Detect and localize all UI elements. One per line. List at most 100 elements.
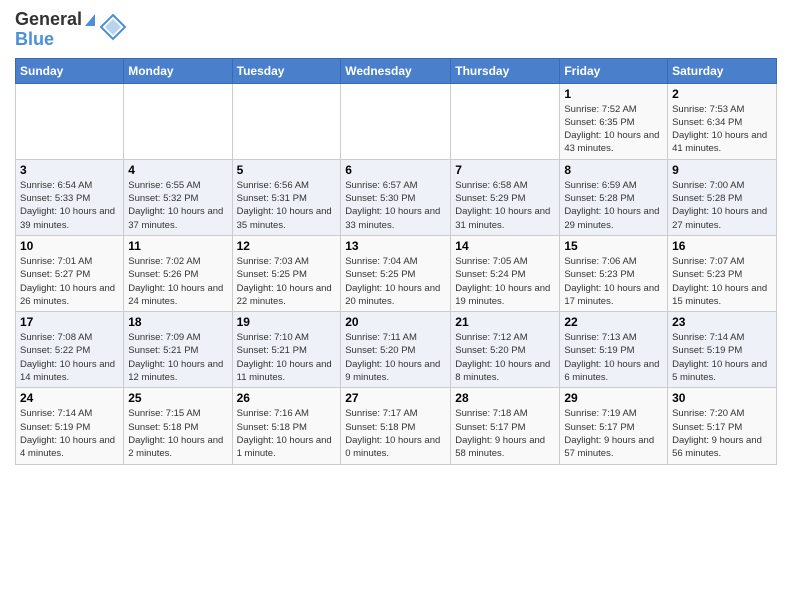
day-number: 11 (128, 239, 227, 253)
day-info: Sunrise: 7:01 AM Sunset: 5:27 PM Dayligh… (20, 255, 119, 308)
calendar-cell: 7Sunrise: 6:58 AM Sunset: 5:29 PM Daylig… (451, 159, 560, 235)
calendar-cell (341, 83, 451, 159)
page-container: General Blue Sunday Monday Tuesday Wedne… (0, 0, 792, 475)
day-number: 19 (237, 315, 337, 329)
day-number: 26 (237, 391, 337, 405)
calendar-week-row: 1 Sunrise: 7:52 AM Sunset: 6:35 PM Daylig… (16, 83, 777, 159)
calendar-cell: 10 Sunrise: 7:01 AM Sunset: 5:27 PM Dayli… (16, 235, 124, 311)
calendar-cell: 25Sunrise: 7:15 AM Sunset: 5:18 PM Dayli… (124, 388, 232, 464)
day-info: Sunrise: 7:52 AM Sunset: 6:35 PM Dayligh… (564, 103, 663, 156)
day-number: 17 (20, 315, 119, 329)
day-info: Sunrise: 7:07 AM Sunset: 5:23 PM Dayligh… (672, 255, 772, 308)
day-number: 25 (128, 391, 227, 405)
day-info: Sunrise: 6:59 AM Sunset: 5:28 PM Dayligh… (564, 179, 663, 232)
calendar-cell: 24Sunrise: 7:14 AM Sunset: 5:19 PM Dayli… (16, 388, 124, 464)
day-info: Sunrise: 7:20 AM Sunset: 5:17 PM Dayligh… (672, 407, 772, 460)
calendar-cell: 9 Sunrise: 7:00 AM Sunset: 5:28 PM Daylig… (668, 159, 777, 235)
day-number: 15 (564, 239, 663, 253)
logo-blue: Blue (15, 30, 95, 50)
day-info: Sunrise: 7:19 AM Sunset: 5:17 PM Dayligh… (564, 407, 663, 460)
day-number: 12 (237, 239, 337, 253)
calendar-cell: 5Sunrise: 6:56 AM Sunset: 5:31 PM Daylig… (232, 159, 341, 235)
calendar-cell: 27 Sunrise: 7:17 AM Sunset: 5:18 PM Dayli… (341, 388, 451, 464)
calendar-cell: 4Sunrise: 6:55 AM Sunset: 5:32 PM Daylig… (124, 159, 232, 235)
calendar-cell: 16 Sunrise: 7:07 AM Sunset: 5:23 PM Dayli… (668, 235, 777, 311)
day-number: 16 (672, 239, 772, 253)
calendar-table: Sunday Monday Tuesday Wednesday Thursday… (15, 58, 777, 465)
day-number: 29 (564, 391, 663, 405)
calendar-week-row: 17 Sunrise: 7:08 AM Sunset: 5:22 PM Dayli… (16, 312, 777, 388)
day-number: 3 (20, 163, 119, 177)
calendar-cell (124, 83, 232, 159)
day-number: 13 (345, 239, 446, 253)
day-info: Sunrise: 7:10 AM Sunset: 5:21 PM Dayligh… (237, 331, 337, 384)
logo-text: General Blue (15, 10, 95, 50)
calendar-cell: 14 Sunrise: 7:05 AM Sunset: 5:24 PM Dayli… (451, 235, 560, 311)
header-wednesday: Wednesday (341, 58, 451, 83)
day-number: 21 (455, 315, 555, 329)
page-header: General Blue (15, 10, 777, 50)
header-friday: Friday (560, 58, 668, 83)
day-info: Sunrise: 6:54 AM Sunset: 5:33 PM Dayligh… (20, 179, 119, 232)
logo-icon (99, 13, 127, 46)
day-number: 28 (455, 391, 555, 405)
day-info: Sunrise: 7:14 AM Sunset: 5:19 PM Dayligh… (20, 407, 119, 460)
calendar-cell: 20Sunrise: 7:11 AM Sunset: 5:20 PM Dayli… (341, 312, 451, 388)
calendar-cell: 30 Sunrise: 7:20 AM Sunset: 5:17 PM Dayli… (668, 388, 777, 464)
day-number: 8 (564, 163, 663, 177)
calendar-cell (451, 83, 560, 159)
day-number: 9 (672, 163, 772, 177)
day-info: Sunrise: 7:17 AM Sunset: 5:18 PM Dayligh… (345, 407, 446, 460)
day-number: 27 (345, 391, 446, 405)
calendar-cell: 3 Sunrise: 6:54 AM Sunset: 5:33 PM Daylig… (16, 159, 124, 235)
day-info: Sunrise: 7:11 AM Sunset: 5:20 PM Dayligh… (345, 331, 446, 384)
day-number: 4 (128, 163, 227, 177)
calendar-cell: 21 Sunrise: 7:12 AM Sunset: 5:20 PM Dayli… (451, 312, 560, 388)
calendar-week-row: 10 Sunrise: 7:01 AM Sunset: 5:27 PM Dayli… (16, 235, 777, 311)
day-number: 22 (564, 315, 663, 329)
calendar-cell (232, 83, 341, 159)
calendar-header-row: Sunday Monday Tuesday Wednesday Thursday… (16, 58, 777, 83)
day-number: 14 (455, 239, 555, 253)
calendar-cell: 18Sunrise: 7:09 AM Sunset: 5:21 PM Dayli… (124, 312, 232, 388)
logo: General Blue (15, 10, 127, 50)
day-number: 23 (672, 315, 772, 329)
day-info: Sunrise: 7:03 AM Sunset: 5:25 PM Dayligh… (237, 255, 337, 308)
day-info: Sunrise: 7:08 AM Sunset: 5:22 PM Dayligh… (20, 331, 119, 384)
calendar-cell (16, 83, 124, 159)
day-number: 7 (455, 163, 555, 177)
day-info: Sunrise: 7:00 AM Sunset: 5:28 PM Dayligh… (672, 179, 772, 232)
day-info: Sunrise: 7:16 AM Sunset: 5:18 PM Dayligh… (237, 407, 337, 460)
day-info: Sunrise: 7:06 AM Sunset: 5:23 PM Dayligh… (564, 255, 663, 308)
day-info: Sunrise: 7:12 AM Sunset: 5:20 PM Dayligh… (455, 331, 555, 384)
header-thursday: Thursday (451, 58, 560, 83)
calendar-cell: 29 Sunrise: 7:19 AM Sunset: 5:17 PM Dayli… (560, 388, 668, 464)
day-number: 6 (345, 163, 446, 177)
calendar-cell: 23 Sunrise: 7:14 AM Sunset: 5:19 PM Dayli… (668, 312, 777, 388)
calendar-cell: 22 Sunrise: 7:13 AM Sunset: 5:19 PM Dayli… (560, 312, 668, 388)
day-info: Sunrise: 7:14 AM Sunset: 5:19 PM Dayligh… (672, 331, 772, 384)
day-info: Sunrise: 7:53 AM Sunset: 6:34 PM Dayligh… (672, 103, 772, 156)
calendar-cell: 26 Sunrise: 7:16 AM Sunset: 5:18 PM Dayli… (232, 388, 341, 464)
calendar-week-row: 3 Sunrise: 6:54 AM Sunset: 5:33 PM Daylig… (16, 159, 777, 235)
calendar-cell: 12 Sunrise: 7:03 AM Sunset: 5:25 PM Dayli… (232, 235, 341, 311)
day-number: 1 (564, 87, 663, 101)
header-tuesday: Tuesday (232, 58, 341, 83)
day-info: Sunrise: 6:57 AM Sunset: 5:30 PM Dayligh… (345, 179, 446, 232)
day-number: 30 (672, 391, 772, 405)
calendar-cell: 6 Sunrise: 6:57 AM Sunset: 5:30 PM Daylig… (341, 159, 451, 235)
calendar-cell: 1 Sunrise: 7:52 AM Sunset: 6:35 PM Daylig… (560, 83, 668, 159)
calendar-week-row: 24Sunrise: 7:14 AM Sunset: 5:19 PM Dayli… (16, 388, 777, 464)
calendar-cell: 11 Sunrise: 7:02 AM Sunset: 5:26 PM Dayli… (124, 235, 232, 311)
calendar-cell: 15 Sunrise: 7:06 AM Sunset: 5:23 PM Dayli… (560, 235, 668, 311)
day-info: Sunrise: 7:13 AM Sunset: 5:19 PM Dayligh… (564, 331, 663, 384)
calendar-cell: 28Sunrise: 7:18 AM Sunset: 5:17 PM Dayli… (451, 388, 560, 464)
day-number: 5 (237, 163, 337, 177)
day-info: Sunrise: 7:05 AM Sunset: 5:24 PM Dayligh… (455, 255, 555, 308)
calendar-cell: 8 Sunrise: 6:59 AM Sunset: 5:28 PM Daylig… (560, 159, 668, 235)
day-info: Sunrise: 7:02 AM Sunset: 5:26 PM Dayligh… (128, 255, 227, 308)
logo-general: General (15, 10, 95, 30)
day-info: Sunrise: 7:09 AM Sunset: 5:21 PM Dayligh… (128, 331, 227, 384)
header-saturday: Saturday (668, 58, 777, 83)
day-number: 10 (20, 239, 119, 253)
